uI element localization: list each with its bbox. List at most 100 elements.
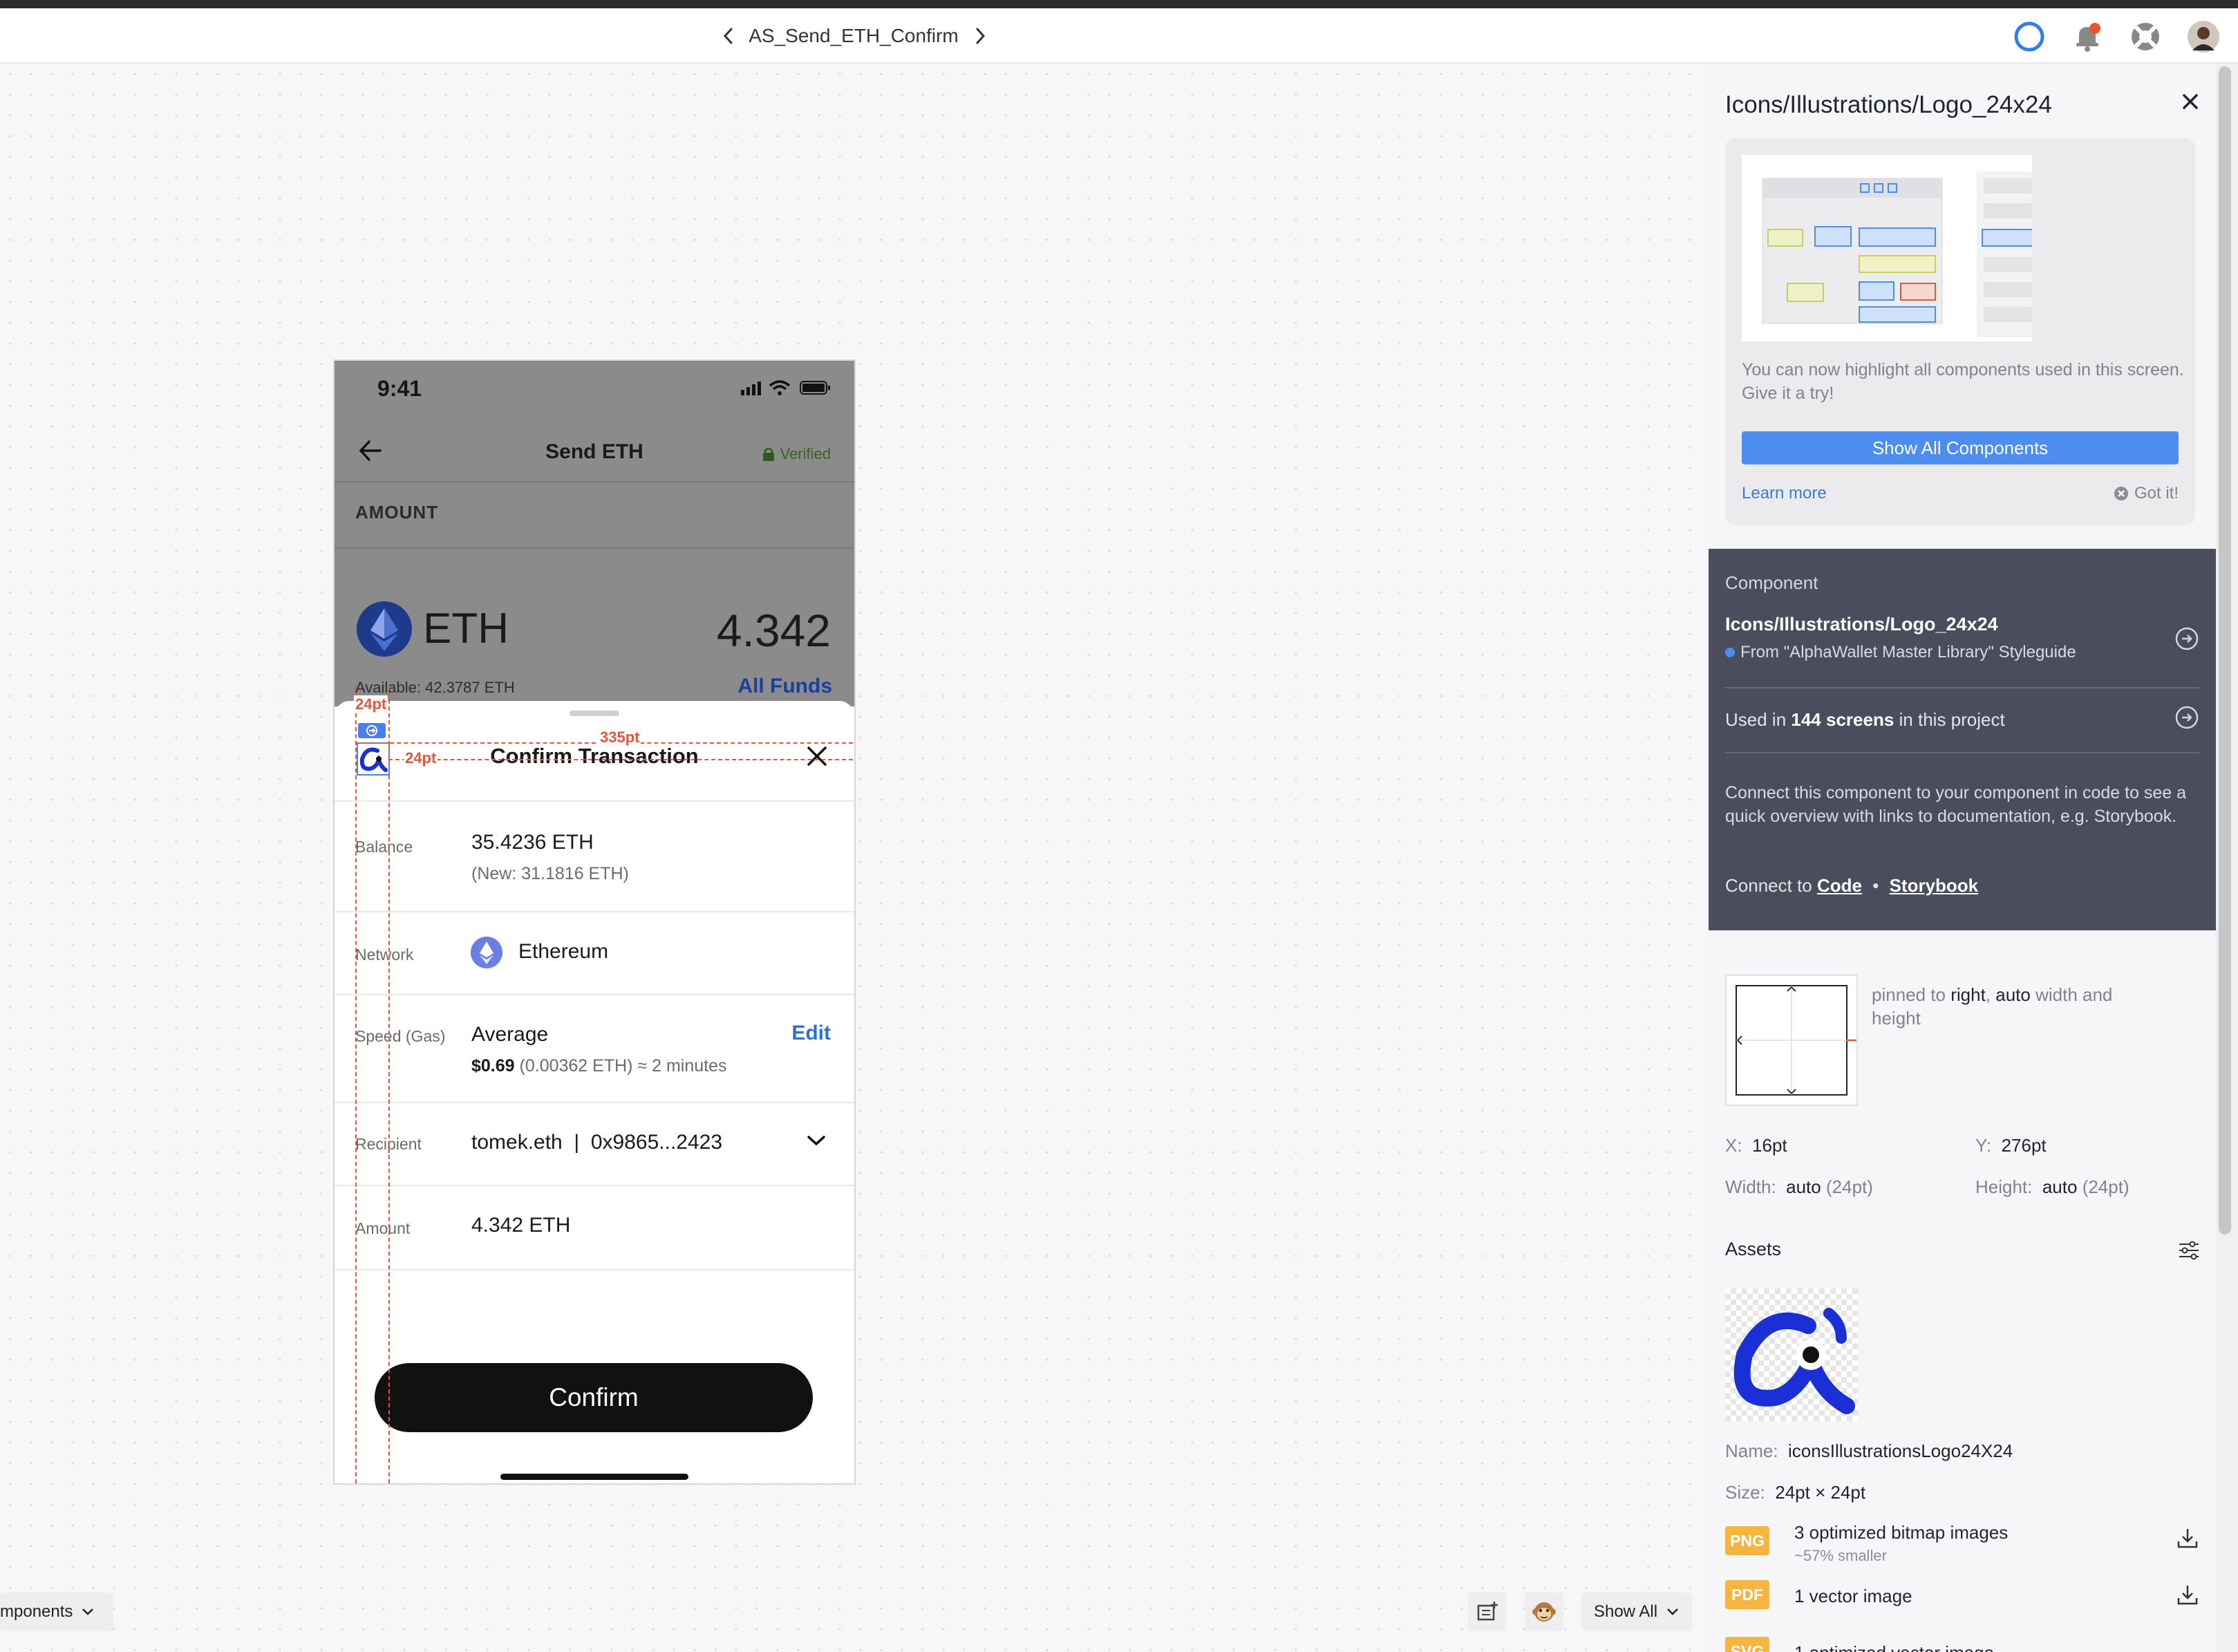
balance-value: 35.4236 ETH: [471, 831, 594, 854]
download-pdf-button[interactable]: [2176, 1583, 2199, 1610]
chevron-right-icon: [976, 28, 986, 44]
open-usage-button[interactable]: [2174, 705, 2199, 733]
verified-badge: Verified: [762, 445, 831, 463]
redline-left-margin: [355, 686, 357, 1483]
y-label: Y:: [1975, 1135, 1992, 1156]
asset-svg-row[interactable]: SVG 1 optimized vector image: [1725, 1637, 2199, 1652]
home-indicator: [500, 1474, 688, 1480]
png-subtitle: ~57% smaller: [1794, 1547, 1887, 1564]
show-all-label: Show All: [1593, 1602, 1658, 1621]
used-in-prefix: Used in: [1725, 709, 1787, 730]
design-canvas[interactable]: 9:41 Send ETH Verified AMOUNT ETH 4.342 …: [0, 64, 1709, 1652]
recipient-expand-button[interactable]: [806, 1134, 827, 1151]
panel-scrollbar-thumb[interactable]: [2219, 66, 2231, 1235]
connect-storybook-link[interactable]: Storybook: [1890, 875, 1979, 896]
amount-value: 4.342 ETH: [471, 1214, 571, 1237]
asset-settings-button[interactable]: [2177, 1239, 2201, 1266]
promo-text: You can now highlight all components use…: [1742, 360, 2184, 403]
component-name[interactable]: Icons/Illustrations/Logo_24x24: [1725, 614, 1998, 635]
confirm-button[interactable]: Confirm: [375, 1363, 813, 1432]
show-all-dropdown[interactable]: Show All: [1581, 1593, 1692, 1631]
pinned-side: right: [1950, 984, 1986, 1005]
gas-cost-usd: $0.69: [471, 1056, 515, 1076]
components-dropdown[interactable]: mponents: [0, 1593, 113, 1631]
redline-width-label: 335pt: [599, 729, 641, 747]
recipient-value: tomek.eth | 0x9865...2423: [471, 1131, 723, 1154]
sheet-handle[interactable]: [570, 711, 619, 716]
avatar: [2188, 21, 2219, 53]
asset-pdf-row[interactable]: PDF 1 vector image: [1725, 1580, 2199, 1622]
learn-more-link[interactable]: Learn more: [1742, 484, 1827, 503]
inspector-panel: Icons/Illustrations/Logo_24x24 You can n…: [1709, 64, 2216, 1652]
show-all-components-button[interactable]: Show All Components: [1742, 431, 2179, 464]
amount-section-label: AMOUNT: [355, 502, 439, 523]
svg-title: 1 optimized vector image: [1794, 1642, 1994, 1652]
height-value[interactable]: auto: [2042, 1176, 2078, 1197]
redline-left-margin-label: 24pt: [404, 749, 438, 767]
asset-png-row[interactable]: PNG 3 optimized bitmap images ~57% small…: [1725, 1522, 2199, 1570]
pinned-auto: auto: [1995, 984, 2031, 1005]
sliders-icon: [2179, 1241, 2199, 1260]
x-value[interactable]: 16pt: [1752, 1135, 1787, 1156]
x-property: X: 16pt: [1725, 1135, 1787, 1156]
notes-button[interactable]: [1468, 1593, 1507, 1631]
width-note: (24pt): [1825, 1176, 1873, 1197]
close-icon: [807, 747, 827, 766]
y-property: Y: 276pt: [1975, 1135, 2047, 1156]
arrow-circle-right-icon: [2175, 706, 2199, 729]
amount-label: Amount: [355, 1219, 411, 1237]
png-title: 3 optimized bitmap images: [1794, 1522, 2009, 1543]
sheet-close-button[interactable]: [805, 744, 829, 772]
edit-gas-button[interactable]: Edit: [791, 1022, 831, 1045]
balance-row: Balance 35.4236 ETH (New: 31.1816 ETH): [335, 800, 854, 912]
width-label: Width:: [1725, 1176, 1776, 1197]
next-screen-button[interactable]: [968, 24, 993, 48]
download-png-button[interactable]: [2176, 1526, 2199, 1553]
asset-name-label: Name:: [1725, 1440, 1778, 1461]
open-component-button[interactable]: [2174, 626, 2199, 655]
connect-to-label: Connect to: [1725, 875, 1812, 896]
notifications-button[interactable]: [2069, 19, 2105, 55]
status-bar-icons: [741, 379, 831, 400]
ethereum-token-icon: [355, 600, 413, 661]
asset-preview[interactable]: [1725, 1288, 1858, 1421]
user-avatar-button[interactable]: [2185, 19, 2221, 55]
asset-name-value[interactable]: iconsIllustrationsLogo24X24: [1788, 1440, 2013, 1461]
status-ring-button[interactable]: [2011, 19, 2047, 55]
recipient-row[interactable]: Recipient tomek.eth | 0x9865...2423: [335, 1102, 854, 1186]
ethereum-network-icon: [470, 936, 503, 973]
height-property: Height: auto (24pt): [1975, 1176, 2129, 1198]
y-value[interactable]: 276pt: [2002, 1135, 2047, 1156]
got-it-button[interactable]: Got it!: [2114, 484, 2179, 503]
highlight-components-promo: You can now highlight all components use…: [1725, 138, 2195, 525]
monkey-button[interactable]: [1525, 1593, 1563, 1631]
height-label: Height:: [1975, 1176, 2033, 1197]
header-divider: [335, 481, 854, 482]
component-source-label: From "AlphaWallet Master Library" Styleg…: [1740, 643, 2076, 661]
width-property: Width: auto (24pt): [1725, 1176, 1873, 1198]
pinning-diagram: [1725, 975, 1858, 1106]
help-button[interactable]: [2127, 19, 2163, 55]
connect-code-link[interactable]: Code: [1817, 875, 1862, 896]
close-icon: [2183, 94, 2198, 109]
layer-badge[interactable]: [358, 723, 386, 738]
pdf-title: 1 vector image: [1794, 1586, 1912, 1606]
download-icon: [2177, 1586, 2198, 1605]
network-row: Network Ethereum: [335, 911, 854, 995]
token-amount: 4.342: [716, 605, 831, 656]
network-value: Ethereum: [518, 940, 609, 963]
component-card: Component Icons/Illustrations/Logo_24x24…: [1709, 549, 2216, 930]
used-in-text: Used in 144 screens in this project: [1725, 709, 2005, 731]
component-source: From "AlphaWallet Master Library" Styleg…: [1725, 643, 2076, 662]
asset-size-label: Size:: [1725, 1482, 1765, 1503]
width-value[interactable]: auto: [1786, 1176, 1821, 1197]
connect-separator: •: [1872, 875, 1879, 896]
phone-artboard[interactable]: 9:41 Send ETH Verified AMOUNT ETH 4.342 …: [333, 359, 856, 1485]
panel-close-button[interactable]: [2181, 93, 2199, 114]
chevron-down-icon: [807, 1136, 825, 1146]
all-funds-link[interactable]: All Funds: [737, 675, 832, 698]
network-label: Network: [355, 946, 414, 964]
component-divider: [1725, 752, 2199, 753]
ring-icon: [2014, 21, 2044, 52]
screen-title: AS_Send_ETH_Confirm: [749, 25, 959, 46]
